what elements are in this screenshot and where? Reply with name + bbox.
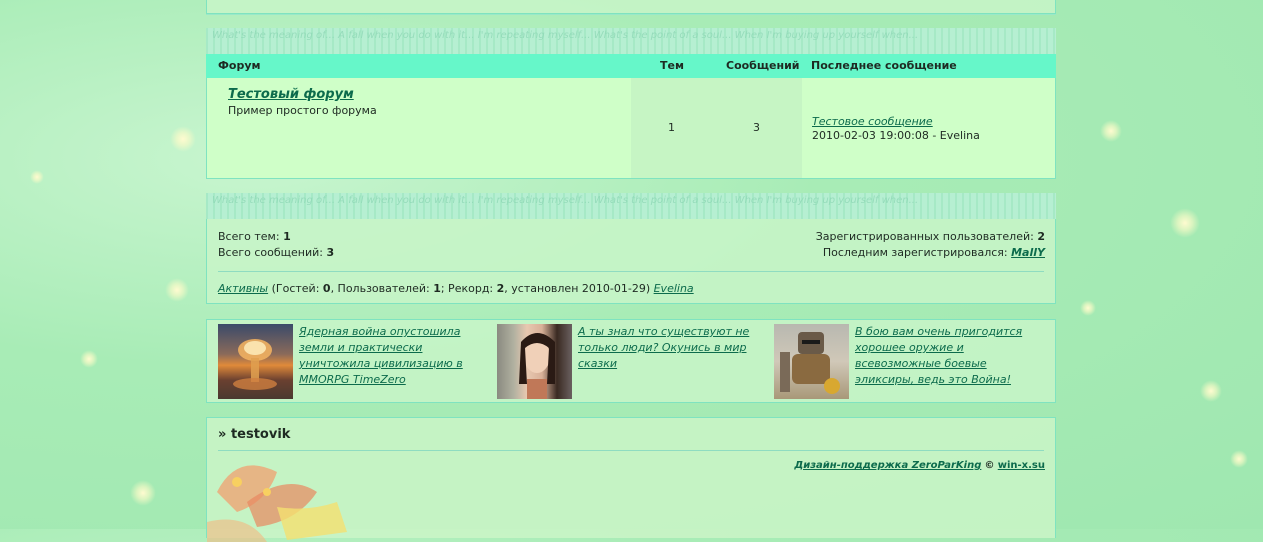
footer-divider: [218, 450, 1044, 451]
glow-dot: [80, 350, 98, 368]
users-label: , Пользователей:: [330, 282, 430, 295]
username-heading: » testovik: [218, 427, 290, 442]
guests-value: 0: [322, 282, 331, 295]
total-topics: Всего тем: 1: [218, 230, 291, 243]
counts-cell: [631, 78, 802, 178]
last-registered: Последним зарегистрировался: MallY: [823, 246, 1045, 259]
last-registered-user-link[interactable]: MallY: [1011, 246, 1045, 259]
glow-dot: [1080, 300, 1096, 316]
ad-text-3: В бою вам очень пригодится хорошее оружи…: [855, 324, 1040, 388]
banner-text: What's the meaning of... A fall when you…: [212, 195, 919, 206]
copyright-symbol: ©: [984, 460, 995, 471]
mushroom-cloud-icon: [233, 339, 277, 390]
users-value: 1: [433, 282, 441, 295]
registered-users-label: Зарегистрированных пользователей:: [815, 230, 1034, 243]
header-forum: Форум: [218, 59, 261, 72]
username-prefix: »: [218, 427, 227, 442]
ad-link-1[interactable]: Ядерная война опустошила земли и практич…: [299, 325, 463, 386]
total-posts: Всего сообщений: 3: [218, 246, 334, 259]
glow-dot: [1170, 208, 1200, 238]
ad-link-3[interactable]: В бою вам очень пригодится хорошее оружи…: [855, 325, 1022, 386]
last-registered-label: Последним зарегистрировался:: [822, 246, 1008, 259]
girl-portrait-icon: [519, 333, 555, 399]
last-post-link[interactable]: Тестовое сообщение: [812, 115, 933, 128]
banner-text: What's the meaning of... A fall when you…: [212, 30, 919, 41]
glow-dot: [170, 126, 196, 152]
top-strip: [206, 0, 1056, 14]
footer-panel: » testovik Дизайн-поддержка ZeroParKing …: [206, 417, 1056, 542]
forum-topics-count: 1: [668, 121, 675, 134]
header-topics: Тем: [660, 59, 684, 72]
stats-panel: Всего тем: 1 Всего сообщений: 3 Зарегист…: [206, 219, 1056, 304]
glow-dot: [30, 170, 44, 184]
total-topics-value: 1: [283, 230, 291, 243]
ad-text-1: Ядерная война опустошила земли и практич…: [299, 324, 479, 388]
username: testovik: [230, 427, 291, 442]
active-users-link[interactable]: Активны: [218, 282, 268, 295]
credit-site-link[interactable]: win-x.su: [998, 460, 1045, 471]
forum-description: Пример простого форума: [228, 104, 377, 117]
ad-link-2[interactable]: А ты знал что существуют не только люди?…: [578, 325, 749, 370]
forum-row: Тестовый форум Пример простого форума 1 …: [206, 78, 1056, 179]
ads-panel: Ядерная война опустошила земли и практич…: [206, 319, 1056, 403]
active-user-link[interactable]: Evelina: [654, 282, 694, 295]
total-posts-label: Всего сообщений:: [218, 246, 323, 259]
decorative-banner: What's the meaning of... A fall when you…: [206, 28, 1056, 54]
decorative-banner: What's the meaning of... A fall when you…: [206, 193, 1056, 219]
registered-users: Зарегистрированных пользователей: 2: [816, 230, 1045, 243]
registered-users-value: 2: [1037, 230, 1045, 243]
stats-divider: [218, 271, 1044, 272]
guests-label: (Гостей:: [271, 282, 320, 295]
warrior-icon: [780, 332, 840, 394]
record-date: , установлен 2010-01-29): [504, 282, 651, 295]
active-users-line: Активны (Гостей: 0, Пользователей: 1; Ре…: [218, 282, 694, 295]
last-post-meta: 2010-02-03 19:00:08 - Evelina: [812, 129, 980, 142]
header-posts: Сообщений: [726, 59, 800, 72]
ad-text-2: А ты знал что существуют не только люди?…: [578, 324, 758, 372]
design-credit: Дизайн-поддержка ZeroParKing © win-x.su: [794, 460, 1045, 471]
armored-warrior-image[interactable]: [774, 324, 849, 399]
forum-posts-count: 3: [753, 121, 760, 134]
glow-dot: [130, 480, 156, 506]
fantasy-girl-image[interactable]: [497, 324, 572, 399]
total-posts-value: 3: [326, 246, 335, 259]
divider: [206, 14, 1056, 15]
nuclear-explosion-image[interactable]: [218, 324, 293, 399]
glow-dot: [1230, 450, 1248, 468]
forum-title-link[interactable]: Тестовый форум: [228, 87, 354, 102]
record-label: ; Рекорд:: [440, 282, 494, 295]
forum-table-header: Форум Тем Сообщений Последнее сообщение: [206, 54, 1056, 78]
glow-dot: [1100, 120, 1122, 142]
glow-dot: [165, 278, 189, 302]
credit-link[interactable]: Дизайн-поддержка ZeroParKing: [794, 460, 981, 471]
total-topics-label: Всего тем:: [218, 230, 280, 243]
glow-dot: [1200, 380, 1222, 402]
header-last-post: Последнее сообщение: [811, 59, 957, 72]
